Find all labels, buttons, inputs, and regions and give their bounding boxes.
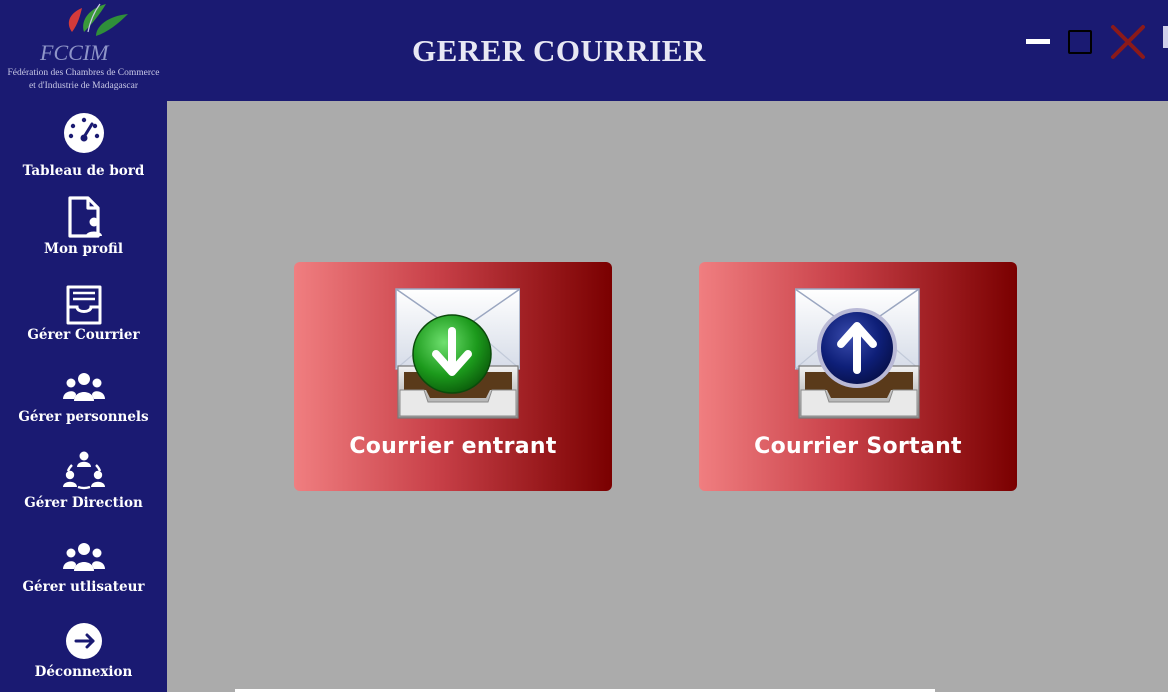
sidebar-item-label: Mon profil: [44, 241, 123, 257]
mail-outbox-upload-icon: [795, 288, 920, 419]
sidebar-item-deconnexion[interactable]: Déconnexion: [0, 617, 167, 692]
close-button[interactable]: [1110, 24, 1146, 60]
title-bar: FCCIM Fédération des Chambres de Commerc…: [0, 0, 1168, 101]
sidebar-item-gerer-courrier[interactable]: Gérer Courrier: [0, 279, 167, 363]
users-group-icon: [63, 543, 105, 571]
svg-text:FCCIM: FCCIM: [39, 40, 110, 65]
sidebar-item-label: Gérer Courrier: [27, 327, 140, 343]
logout-icon: [66, 623, 102, 659]
window-edge-marker: [1163, 26, 1168, 48]
courrier-sortant-button[interactable]: Courrier Sortant: [699, 262, 1017, 491]
minimize-button[interactable]: [1026, 39, 1050, 44]
team-network-icon: [63, 451, 105, 490]
fccim-emblem-icon: FCCIM: [39, 3, 128, 65]
profile-file-icon: [68, 196, 102, 238]
close-icon: [1111, 25, 1145, 59]
logo-caption-line1: Fédération des Chambres de Commerce: [7, 68, 160, 78]
sidebar-item-label: Gérer personnels: [18, 409, 149, 425]
courrier-entrant-button[interactable]: Courrier entrant: [294, 262, 612, 491]
sidebar-item-gerer-utilisateur[interactable]: Gérer utlisateur: [0, 533, 167, 617]
inbox-tray-icon: [66, 285, 102, 325]
sidebar-item-gerer-personnels[interactable]: Gérer personnels: [0, 363, 167, 447]
sidebar-nav: Tableau de bord Mon profil Gérer Courrie…: [0, 101, 167, 692]
sidebar-item-mon-profil[interactable]: Mon profil: [0, 193, 167, 277]
sidebar-item-gerer-direction[interactable]: Gérer Direction: [0, 445, 167, 529]
page-title: GERER COURRIER: [412, 33, 706, 68]
fccim-logo: FCCIM Fédération des Chambres de Commerc…: [0, 0, 167, 101]
sidebar-item-label: Gérer Direction: [24, 495, 143, 511]
sidebar-item-label: Gérer utlisateur: [22, 579, 145, 595]
logo-caption-line2: et d'Industrie de Madagascar: [28, 81, 139, 91]
sidebar-item-tableau-de-bord[interactable]: Tableau de bord: [0, 107, 167, 191]
dashboard-icon: [64, 113, 104, 153]
users-group-icon: [63, 373, 105, 401]
courrier-sortant-label: Courrier Sortant: [754, 434, 962, 459]
maximize-button[interactable]: [1068, 30, 1092, 54]
sidebar-item-label: Tableau de bord: [22, 163, 145, 179]
sidebar-item-label: Déconnexion: [34, 664, 133, 680]
mail-inbox-download-icon: [395, 288, 520, 419]
courrier-entrant-label: Courrier entrant: [349, 434, 557, 459]
